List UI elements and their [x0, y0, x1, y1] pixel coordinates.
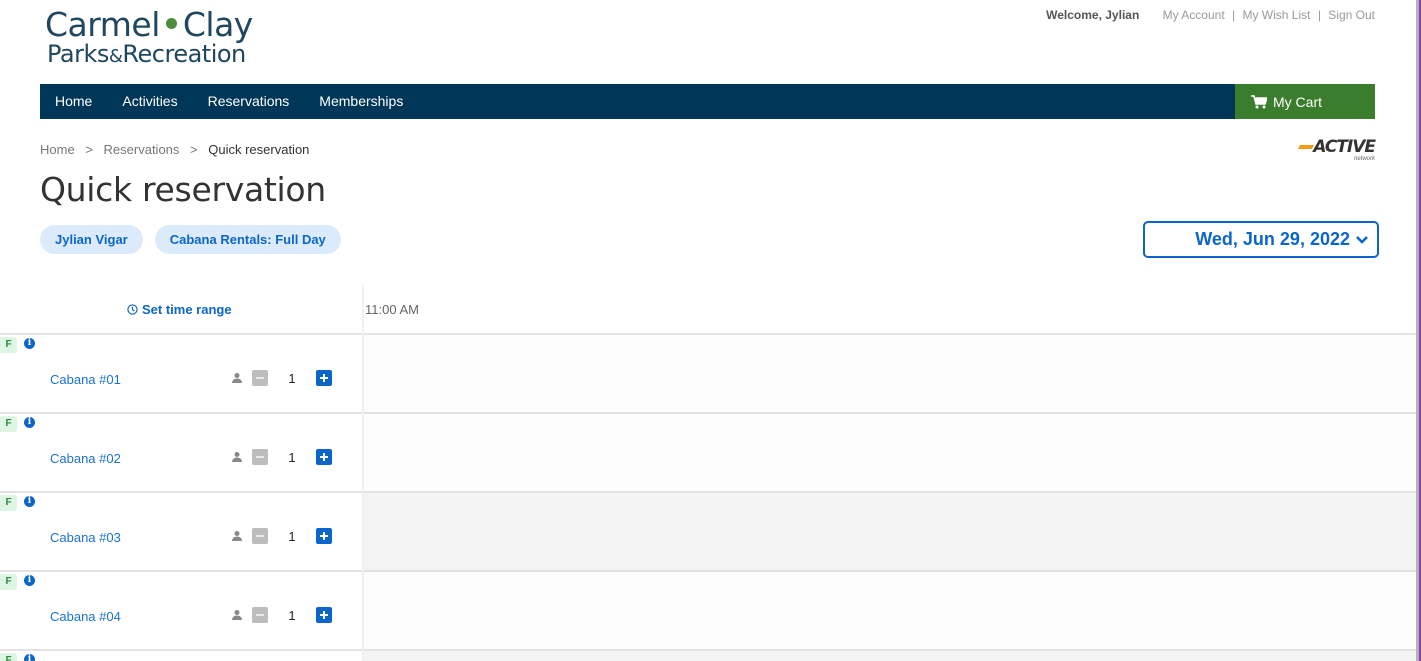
facility-type-badge: F [0, 337, 17, 353]
facility-info: F i Cabana #02 1 [0, 414, 362, 491]
selected-date: Wed, Jun 29, 2022 [1195, 229, 1350, 249]
cart-label: My Cart [1273, 93, 1322, 110]
time-column-label: 11:00 AM [365, 302, 419, 317]
my-account-link[interactable]: My Account [1163, 8, 1225, 22]
logo-text-carmel: Carmel [45, 5, 160, 44]
info-icon[interactable]: i [24, 575, 35, 586]
facility-type-badge: F [0, 416, 17, 432]
info-icon[interactable]: i [24, 496, 35, 507]
clock-icon [127, 304, 138, 315]
timeline-slot[interactable] [364, 572, 1416, 649]
facility-name-link[interactable]: Cabana #01 [50, 372, 121, 387]
decrease-quantity-button[interactable] [252, 607, 268, 623]
nav-reservations[interactable]: Reservations [193, 84, 305, 119]
decrease-quantity-button[interactable] [252, 370, 268, 386]
facility-row: F i [0, 651, 1416, 661]
quantity-value: 1 [288, 450, 296, 465]
quantity-value: 1 [288, 608, 296, 623]
increase-quantity-button[interactable] [316, 370, 332, 386]
facility-row: F i Cabana #02 1 [0, 414, 1416, 493]
grid-header: Set time range 11:00 AM [0, 285, 1416, 335]
increase-quantity-button[interactable] [316, 528, 332, 544]
decrease-quantity-button[interactable] [252, 528, 268, 544]
person-icon [232, 610, 242, 620]
person-icon [232, 373, 242, 383]
facility-info: F i Cabana #01 1 [0, 335, 362, 412]
customer-chip[interactable]: Jylian Vigar [40, 225, 143, 254]
facility-row: F i Cabana #04 1 [0, 572, 1416, 651]
breadcrumb: Home > Reservations > Quick reservation [40, 142, 309, 157]
event-type-chip[interactable]: Cabana Rentals: Full Day [154, 225, 341, 254]
facility-type-badge: F [0, 574, 17, 590]
breadcrumb-separator: > [85, 142, 93, 157]
welcome-text: Welcome, Jylian [1046, 8, 1140, 22]
account-links: Welcome, Jylian My Account | My Wish Lis… [1046, 8, 1375, 22]
logo-line-1: Carmel Clay [45, 8, 290, 42]
person-icon [232, 531, 242, 541]
set-time-range-button[interactable]: Set time range [127, 302, 232, 317]
link-separator: | [1317, 8, 1321, 22]
logo-text-amp: & [108, 46, 123, 67]
facility-info: F i Cabana #04 1 [0, 572, 362, 649]
active-logo-swoosh [1297, 145, 1315, 149]
active-logo-text: ACTIVE [1313, 137, 1376, 157]
facility-type-badge: F [0, 495, 17, 511]
quantity-value: 1 [288, 529, 296, 544]
nav-memberships[interactable]: Memberships [304, 84, 418, 119]
logo-line-2: Parks&Recreation [47, 42, 290, 69]
page-title: Quick reservation [40, 170, 326, 209]
facility-name-link[interactable]: Cabana #04 [50, 609, 121, 624]
timeline-slot[interactable] [364, 414, 1416, 491]
info-icon[interactable]: i [24, 417, 35, 428]
reservation-grid: Set time range 11:00 AM F i Cabana #01 1… [0, 285, 1416, 661]
info-icon[interactable]: i [24, 338, 35, 349]
facility-info: F i Cabana #03 1 [0, 493, 362, 570]
nav-home[interactable]: Home [40, 84, 107, 119]
facility-type-badge: F [0, 653, 17, 661]
logo-dot [165, 18, 177, 29]
cart-icon [1251, 94, 1267, 108]
logo-text-parks: Parks [47, 40, 109, 68]
my-wish-list-link[interactable]: My Wish List [1242, 8, 1310, 22]
increase-quantity-button[interactable] [316, 449, 332, 465]
link-separator: | [1232, 8, 1236, 22]
active-logo-network: network [1353, 156, 1375, 162]
breadcrumb-current: Quick reservation [208, 142, 310, 157]
facility-name-link[interactable]: Cabana #03 [50, 530, 121, 545]
breadcrumb-home[interactable]: Home [40, 142, 75, 157]
main-nav: Home Activities Reservations Memberships… [40, 84, 1375, 119]
quantity-value: 1 [288, 371, 296, 386]
grid-divider [362, 285, 364, 661]
set-time-range-label: Set time range [142, 302, 232, 317]
timeline-slot[interactable] [364, 335, 1416, 412]
window-edge [1416, 0, 1421, 661]
logo-text-recreation: Recreation [122, 40, 246, 68]
active-network-logo: ACTIVE network [1295, 137, 1376, 165]
my-cart-button[interactable]: My Cart [1235, 84, 1375, 119]
person-icon [232, 452, 242, 462]
logo-text-clay: Clay [182, 5, 253, 44]
chevron-down-icon [1356, 235, 1368, 244]
facility-info: F i [0, 651, 362, 661]
nav-activities[interactable]: Activities [107, 84, 192, 119]
facility-row: F i Cabana #01 1 [0, 335, 1416, 414]
breadcrumb-separator: > [190, 142, 198, 157]
breadcrumb-reservations[interactable]: Reservations [104, 142, 180, 157]
facility-name-link[interactable]: Cabana #02 [50, 451, 121, 466]
decrease-quantity-button[interactable] [252, 449, 268, 465]
timeline-slot[interactable] [364, 493, 1416, 570]
filter-chips: Jylian Vigar Cabana Rentals: Full Day [40, 225, 341, 254]
increase-quantity-button[interactable] [316, 607, 332, 623]
info-icon[interactable]: i [24, 654, 35, 661]
site-logo[interactable]: Carmel Clay Parks&Recreation [45, 8, 290, 70]
date-picker[interactable]: Wed, Jun 29, 2022 [1143, 221, 1379, 258]
facility-row: F i Cabana #03 1 [0, 493, 1416, 572]
active-logo-word: ACTIVE [1295, 137, 1376, 157]
sign-out-link[interactable]: Sign Out [1328, 8, 1375, 22]
timeline-slot[interactable] [364, 651, 1416, 661]
